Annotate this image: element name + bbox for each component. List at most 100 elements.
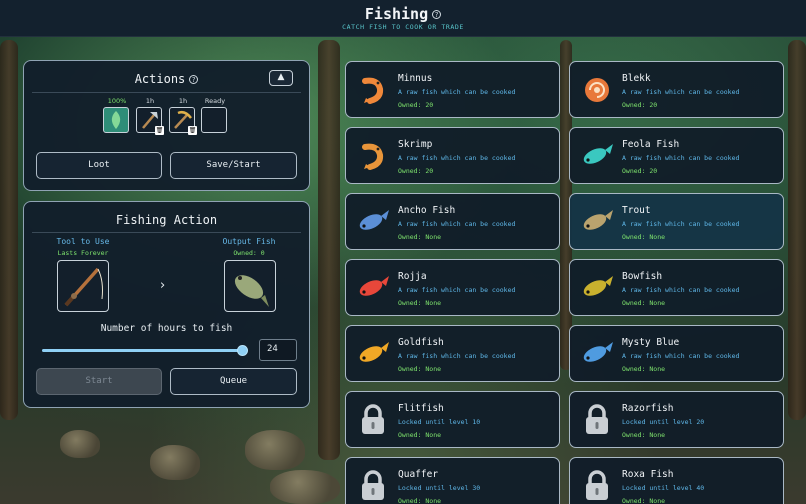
fish-name: Goldfish	[398, 337, 444, 348]
fish-owned: Owned: 20	[622, 101, 658, 109]
fish-description: Locked until level 10	[398, 418, 481, 426]
output-slot[interactable]	[224, 260, 276, 312]
fish-owned: Owned: None	[398, 233, 442, 241]
fish-name: Mysty Blue	[622, 337, 680, 348]
fish-description: A raw fish which can be cooked	[398, 220, 516, 228]
fish-description: Locked until level 40	[622, 484, 705, 492]
fish-name: Feola Fish	[622, 139, 680, 150]
fish-owned: Owned: None	[622, 497, 666, 504]
save-start-button[interactable]: Save/Start	[170, 152, 297, 179]
loot-button[interactable]: Loot	[36, 152, 162, 179]
fish-name: Bowfish	[622, 271, 663, 282]
fish-name: Blekk	[622, 73, 651, 84]
fish-leaf-icon	[111, 111, 121, 129]
output-label: Output Fish	[222, 237, 276, 246]
lock-icon	[580, 469, 614, 503]
fish-icon	[234, 275, 269, 307]
fish-name: Razorfish	[622, 403, 674, 414]
divider	[32, 232, 301, 233]
fish-card[interactable]: Trout A raw fish which can be cooked Owned…	[569, 193, 784, 250]
fish-owned: Owned: None	[622, 365, 666, 373]
fish-card[interactable]: Goldfish A raw fish which can be cooked Ow…	[345, 325, 560, 382]
lock-icon	[356, 403, 390, 437]
fish-card[interactable]: Minnus A raw fish which can be cooked Owne…	[345, 61, 560, 118]
fish-description: A raw fish which can be cooked	[622, 88, 740, 96]
fish-description: A raw fish which can be cooked	[398, 88, 516, 96]
divider	[32, 92, 301, 93]
nautilus-icon	[580, 73, 614, 107]
shrimp-icon	[356, 139, 390, 173]
fish-card[interactable]: Blekk A raw fish which can be cooked Owned…	[569, 61, 784, 118]
slot-label: 100%	[107, 97, 127, 105]
action-slot-empty[interactable]	[201, 107, 227, 133]
output-sublabel: Owned: 0	[233, 249, 265, 257]
fish-owned: Owned: None	[398, 497, 442, 504]
action-slot-axe[interactable]: 🗑	[136, 107, 164, 135]
fish-card[interactable]: Roxa Fish Locked until level 40 Owned: Non…	[569, 457, 784, 504]
page-subtitle: CATCH FISH TO COOK OR TRADE	[342, 23, 464, 31]
tool-label: Tool to Use	[56, 237, 110, 246]
fish-icon	[580, 205, 614, 239]
fish-owned: Owned: 20	[398, 167, 434, 175]
actions-panel: Actions? ▲ 100% 1h 1h Ready 🗑 🗑 Loot Sav…	[23, 60, 310, 191]
fishing-action-panel: Fishing Action Tool to Use Lasts Forever…	[23, 201, 310, 408]
action-slot-pickaxe[interactable]: 🗑	[169, 107, 197, 135]
hours-slider[interactable]	[42, 345, 248, 356]
fish-owned: Owned: None	[398, 299, 442, 307]
fish-name: Skrimp	[398, 139, 433, 150]
actions-title: Actions?	[24, 72, 309, 86]
help-icon[interactable]: ?	[189, 75, 199, 84]
fish-card[interactable]: Skrimp A raw fish which can be cooked Owne…	[345, 127, 560, 184]
fish-card[interactable]: Ancho Fish A raw fish which can be cooked…	[345, 193, 560, 250]
fish-name: Trout	[622, 205, 651, 216]
fish-name: Minnus	[398, 73, 433, 84]
fish-description: A raw fish which can be cooked	[622, 352, 740, 360]
fish-card[interactable]: Rojja A raw fish which can be cooked Owned…	[345, 259, 560, 316]
collapse-button[interactable]: ▲	[269, 70, 293, 86]
page-header: Fishing? CATCH FISH TO COOK OR TRADE	[0, 0, 806, 37]
hours-input[interactable]: 24	[259, 339, 297, 361]
fish-icon	[580, 271, 614, 305]
fish-icon	[356, 337, 390, 371]
fish-icon	[356, 271, 390, 305]
fish-card[interactable]: Feola Fish A raw fish which can be cooked…	[569, 127, 784, 184]
fish-card[interactable]: Razorfish Locked until level 20 Owned: Non…	[569, 391, 784, 448]
fish-card[interactable]: Bowfish A raw fish which can be cooked Own…	[569, 259, 784, 316]
help-icon[interactable]: ?	[432, 10, 442, 19]
fish-name: Quaffer	[398, 469, 439, 480]
start-button[interactable]: Start	[36, 368, 162, 395]
fish-card[interactable]: Flitfish Locked until level 10 Owned: None	[345, 391, 560, 448]
fish-owned: Owned: None	[622, 299, 666, 307]
lock-icon	[580, 403, 614, 437]
fish-name: Rojja	[398, 271, 427, 282]
fish-description: A raw fish which can be cooked	[398, 352, 516, 360]
fish-card[interactable]: Quaffer Locked until level 30 Owned: None	[345, 457, 560, 504]
fish-description: A raw fish which can be cooked	[622, 154, 740, 162]
fish-description: A raw fish which can be cooked	[398, 286, 516, 294]
action-slot-fishing[interactable]	[103, 107, 129, 133]
slot-label: Ready	[204, 97, 226, 105]
fish-owned: Owned: 20	[622, 167, 658, 175]
queue-button[interactable]: Queue	[170, 368, 297, 395]
fish-name: Roxa Fish	[622, 469, 674, 480]
chevron-up-icon: ▲	[277, 72, 285, 82]
fish-description: Locked until level 20	[622, 418, 705, 426]
tool-sublabel: Lasts Forever	[57, 249, 109, 257]
fishing-rod-icon	[64, 267, 103, 307]
fish-owned: Owned: 20	[398, 101, 434, 109]
fish-card[interactable]: Mysty Blue A raw fish which can be cooked…	[569, 325, 784, 382]
slider-thumb[interactable]	[237, 345, 248, 356]
page-title: Fishing	[364, 5, 429, 23]
slot-label: 1h	[145, 97, 155, 105]
fish-owned: Owned: None	[622, 431, 666, 439]
fish-description: A raw fish which can be cooked	[622, 286, 740, 294]
fish-owned: Owned: None	[622, 233, 666, 241]
trash-icon[interactable]: 🗑	[188, 126, 197, 135]
trash-icon[interactable]: 🗑	[155, 126, 164, 135]
fish-name: Ancho Fish	[398, 205, 456, 216]
tool-slot[interactable]	[57, 260, 109, 312]
fish-icon	[580, 139, 614, 173]
fish-owned: Owned: None	[398, 365, 442, 373]
fishing-action-title: Fishing Action	[115, 213, 218, 227]
lock-icon	[356, 469, 390, 503]
